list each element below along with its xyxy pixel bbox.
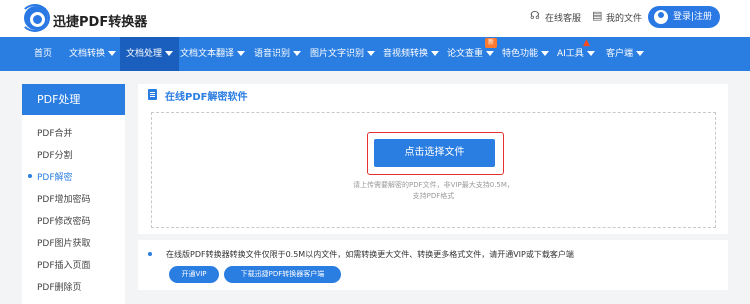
upload-hint-line2: 支持PDF格式 <box>412 192 455 200</box>
caret-down-icon <box>293 51 302 56</box>
nav-item-speech[interactable]: 语音识别 <box>248 37 307 71</box>
caret-down-icon <box>237 51 246 56</box>
nav-label: 音视频转换 <box>383 49 429 59</box>
document-icon: ▤ <box>592 9 603 22</box>
caret-down-icon <box>486 51 495 56</box>
nav-item-features[interactable]: 特色功能 <box>496 37 555 71</box>
nav-label: AI工具 <box>557 49 584 59</box>
nav-item-ocr[interactable]: 图片文字识别 <box>304 37 381 71</box>
download-client-button[interactable]: 下载迅捷PDF转换器客户端 <box>224 266 341 283</box>
caret-down-icon <box>431 51 440 56</box>
nav-label: 论文查重 <box>447 49 484 59</box>
notice-text: 在线版PDF转换器转换文件仅限于0.5M以内文件，如需转换更大文件、转换更多格式… <box>166 250 574 259</box>
nav-item-translate[interactable]: 文档文本翻译 <box>174 37 251 71</box>
sidebar-item-pdf-change-password[interactable]: PDF修改密码 <box>37 214 91 227</box>
nav-item-client[interactable]: 客户端 <box>600 37 650 71</box>
nav-label: 文档文本翻译 <box>180 49 235 59</box>
new-badge: 新 <box>485 38 497 48</box>
caret-down-icon <box>636 51 645 56</box>
sidebar-item-pdf-insert-page[interactable]: PDF插入页面 <box>37 258 91 271</box>
file-dropzone[interactable]: 点击选择文件 请上传需要解密的PDF文件，非VIP最大支持0.5M， 支持PDF… <box>151 112 716 228</box>
main-panel: 在线PDF解密软件 点击选择文件 请上传需要解密的PDF文件，非VIP最大支持0… <box>138 84 728 234</box>
nav-label: 特色功能 <box>502 49 539 59</box>
caret-down-icon <box>165 51 174 56</box>
page-title: 在线PDF解密软件 <box>165 92 248 103</box>
caret-down-icon <box>367 51 376 56</box>
nav-label: 客户端 <box>606 49 634 59</box>
bullet-icon <box>148 252 152 256</box>
active-dot-icon <box>28 174 32 178</box>
nav-item-av-convert[interactable]: 音视频转换 <box>377 37 445 71</box>
headset-icon: ☊ <box>530 9 540 22</box>
caret-down-icon <box>586 51 595 56</box>
nav-item-ai-tools[interactable]: AI工具 <box>551 37 601 71</box>
select-file-button[interactable]: 点击选择文件 <box>374 139 495 167</box>
logo-icon[interactable] <box>24 6 48 30</box>
login-register-label: 登录|注册 <box>673 12 713 22</box>
notice-panel: 在线版PDF转换器转换文件仅限于0.5M以内文件，如需转换更大文件、转换更多格式… <box>138 240 728 290</box>
nav-item-doc-process[interactable]: 文档处理 <box>120 37 180 71</box>
top-header: 迅捷PDF转换器 ☊ 在线客服 ▤ 我的文件 登录|注册 <box>0 0 750 37</box>
fire-icon: ▲ <box>583 38 590 48</box>
nav-label: 图片文字识别 <box>310 49 365 59</box>
open-vip-button[interactable]: 开通VIP <box>169 266 219 283</box>
nav-item-home[interactable]: 首页 <box>28 37 58 71</box>
caret-down-icon <box>541 51 550 56</box>
login-register-button[interactable]: 登录|注册 <box>648 6 720 28</box>
sidebar-item-pdf-delete-page[interactable]: PDF删除页 <box>37 280 82 293</box>
nav-label: 首页 <box>34 49 53 59</box>
online-service-link[interactable]: 在线客服 <box>545 11 581 24</box>
sidebar-item-pdf-image-extract[interactable]: PDF图片获取 <box>37 236 91 249</box>
nav-label: 文档处理 <box>126 49 163 59</box>
nav-label: 文档转换 <box>69 49 106 59</box>
my-files-link[interactable]: 我的文件 <box>606 11 642 24</box>
user-avatar-icon <box>654 10 668 24</box>
nav-label: 语音识别 <box>254 49 291 59</box>
brand-name[interactable]: 迅捷PDF转换器 <box>53 11 147 30</box>
sidebar: PDF处理 PDF合并 PDF分割 PDF解密 PDF增加密码 PDF修改密码 … <box>22 84 125 304</box>
caret-down-icon <box>108 51 117 56</box>
main-nav: 首页 文档转换 文档处理 文档文本翻译 语音识别 图片文字识别 音视频转换 论文… <box>0 37 750 71</box>
document-icon <box>148 89 157 100</box>
sidebar-item-pdf-add-password[interactable]: PDF增加密码 <box>37 192 91 205</box>
sidebar-item-pdf-merge[interactable]: PDF合并 <box>37 126 73 139</box>
sidebar-item-pdf-split[interactable]: PDF分割 <box>37 148 73 161</box>
sidebar-title: PDF处理 <box>22 84 125 115</box>
nav-item-doc-convert[interactable]: 文档转换 <box>63 37 122 71</box>
upload-hint-line1: 请上传需要解密的PDF文件，非VIP最大支持0.5M， <box>353 181 514 189</box>
sidebar-item-pdf-decrypt[interactable]: PDF解密 <box>37 170 73 183</box>
